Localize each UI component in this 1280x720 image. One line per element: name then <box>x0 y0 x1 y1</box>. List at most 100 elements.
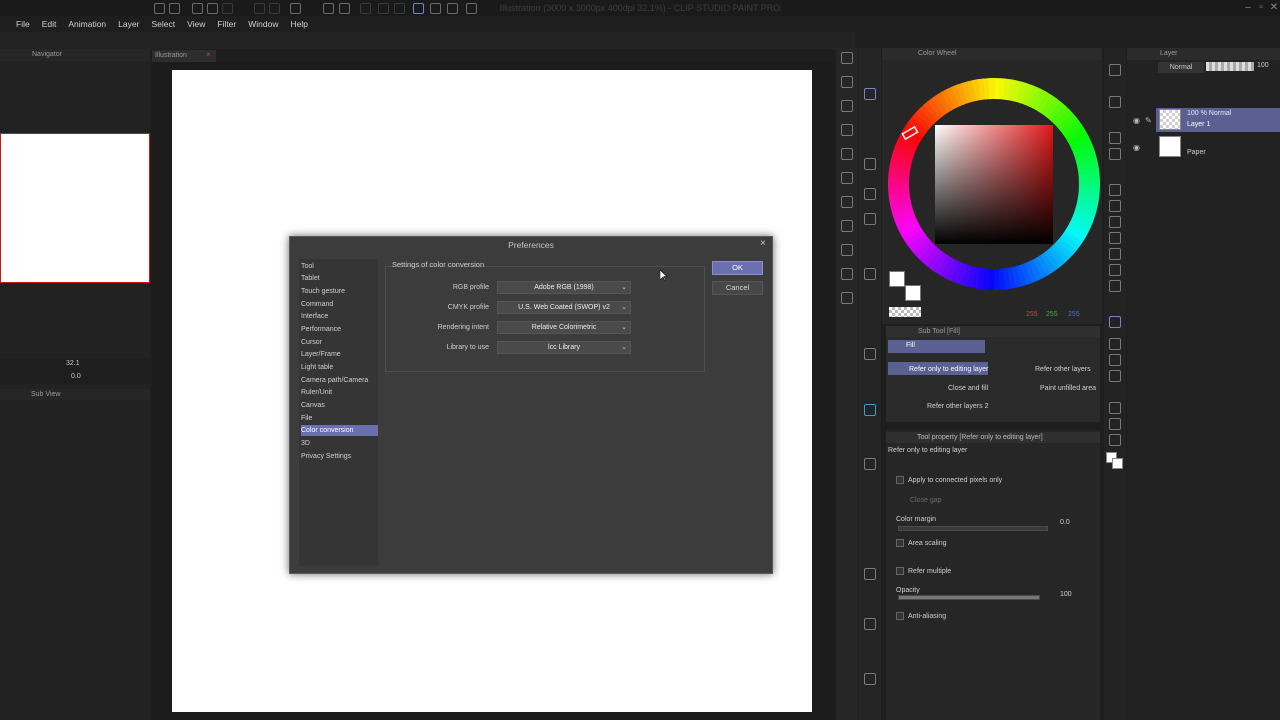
refer-multiple-row[interactable]: Refer multiple <box>896 567 1092 575</box>
zoom-value[interactable]: 32.1 <box>66 360 80 367</box>
category-light-table[interactable]: Light table <box>301 362 378 373</box>
menu-select[interactable]: Select <box>145 19 181 29</box>
decoration-tool-icon[interactable] <box>1109 248 1121 260</box>
category-layer-frame[interactable]: Layer/Frame <box>301 349 378 360</box>
snap-special-ruler-icon[interactable] <box>430 3 441 14</box>
color-margin-value[interactable]: 0.0 <box>1060 519 1070 526</box>
rotation-value[interactable]: 0.0 <box>71 373 81 380</box>
checkbox[interactable] <box>896 476 904 484</box>
hamburger-icon[interactable] <box>154 3 165 14</box>
menu-filter[interactable]: Filter <box>211 19 242 29</box>
snap-grid-icon[interactable] <box>447 3 458 14</box>
menu-view[interactable]: View <box>181 19 211 29</box>
category-tool[interactable]: Tool <box>301 261 378 272</box>
category-privacy[interactable]: Privacy Settings <box>301 451 378 462</box>
clip-studio-icon[interactable] <box>169 3 180 14</box>
palette-icon[interactable] <box>841 100 853 112</box>
close-tab-icon[interactable]: × <box>206 50 211 59</box>
loading-icon[interactable] <box>290 3 301 14</box>
connected-pixels-row[interactable]: Apply to connected pixels only <box>896 476 1092 484</box>
rendering-intent-select[interactable]: Relative Colorimetric ⌄ <box>497 321 631 334</box>
palette-icon[interactable] <box>841 124 853 136</box>
category-color-conversion[interactable]: Color conversion <box>301 425 378 436</box>
category-tablet[interactable]: Tablet <box>301 273 378 284</box>
cancel-button[interactable]: Cancel <box>712 281 763 295</box>
palette-icon[interactable] <box>841 220 853 232</box>
palette-icon[interactable] <box>841 172 853 184</box>
close-icon[interactable]: × <box>760 238 766 249</box>
perspective-icon[interactable] <box>466 3 477 14</box>
navigator-preview[interactable] <box>0 133 150 283</box>
deselect-icon[interactable] <box>360 3 371 14</box>
airbrush-tool-icon[interactable] <box>1109 232 1121 244</box>
blend-tool-icon[interactable] <box>1109 280 1121 292</box>
menu-animation[interactable]: Animation <box>62 19 112 29</box>
palette-icon[interactable] <box>841 148 853 160</box>
checkbox[interactable] <box>896 567 904 575</box>
layer-opacity-slider[interactable] <box>1206 62 1254 71</box>
layer-opacity-value[interactable]: 100 <box>1257 62 1269 69</box>
color-set-icon[interactable] <box>864 404 876 416</box>
category-canvas[interactable]: Canvas <box>301 400 378 411</box>
sub-tool-refer-editing[interactable]: Refer only to editing layer <box>909 366 988 373</box>
checkbox[interactable] <box>896 612 904 620</box>
opacity-value[interactable]: 100 <box>1060 591 1072 598</box>
antialiasing-row[interactable]: Anti-aliasing <box>896 612 1092 620</box>
brush-tool-icon[interactable] <box>1109 216 1121 228</box>
menu-window[interactable]: Window <box>242 19 284 29</box>
balloon-tool-icon[interactable] <box>1109 418 1121 430</box>
eyedropper-tool-icon[interactable] <box>1109 148 1121 160</box>
sub-tool-refer-other[interactable]: Refer other layers <box>1035 366 1091 373</box>
text-icon[interactable] <box>864 673 876 685</box>
eraser-tool-icon[interactable] <box>1109 264 1121 276</box>
open-file-icon[interactable] <box>207 3 218 14</box>
sub-color-swatch[interactable] <box>905 285 921 301</box>
cmyk-profile-select[interactable]: U.S. Web Coated (SWOP) v2 ⌄ <box>497 301 631 314</box>
new-file-icon[interactable] <box>192 3 203 14</box>
category-camera[interactable]: Camera path/Camera <box>301 375 378 386</box>
fill-icon[interactable] <box>323 3 334 14</box>
move-tool-icon[interactable] <box>1109 96 1121 108</box>
palette-icon[interactable] <box>841 244 853 256</box>
crop-icon[interactable] <box>394 3 405 14</box>
snap-ruler-icon[interactable] <box>413 3 424 14</box>
layer-tab[interactable] <box>1127 48 1280 60</box>
palette-icon[interactable] <box>841 292 853 304</box>
color-margin-slider[interactable] <box>898 526 1048 531</box>
palette-icon[interactable] <box>864 268 876 280</box>
eye-icon[interactable]: ◉ <box>1133 143 1140 152</box>
sub-tool-close-fill[interactable]: Close and fill <box>948 385 988 392</box>
redo-icon[interactable] <box>269 3 280 14</box>
subview-tab[interactable] <box>0 389 150 400</box>
palette-icon[interactable] <box>864 458 876 470</box>
palette-icon[interactable] <box>864 618 876 630</box>
palette-icon[interactable] <box>841 196 853 208</box>
selection-tool-icon[interactable] <box>1109 132 1121 144</box>
pen-tool-icon[interactable] <box>1109 184 1121 196</box>
area-scaling-row[interactable]: Area scaling <box>896 539 1092 547</box>
fill-group-tab[interactable] <box>888 340 985 353</box>
gradient-tool-icon[interactable] <box>1109 338 1121 350</box>
palette-icon[interactable] <box>841 268 853 280</box>
palette-icon[interactable] <box>864 158 876 170</box>
category-file[interactable]: File <box>301 413 378 424</box>
close-dock-icon[interactable] <box>841 52 853 64</box>
checkbox[interactable] <box>896 539 904 547</box>
category-performance[interactable]: Performance <box>301 324 378 335</box>
figure-tool-icon[interactable] <box>1109 354 1121 366</box>
menu-file[interactable]: File <box>10 19 36 29</box>
zoom-tool-icon[interactable] <box>1109 64 1121 76</box>
paper-layer-name[interactable]: Paper <box>1187 149 1206 156</box>
blend-mode-select[interactable]: Normal <box>1158 62 1204 73</box>
category-3d[interactable]: 3D <box>301 438 378 449</box>
text-tool-icon[interactable] <box>1109 402 1121 414</box>
pencil-tool-icon[interactable] <box>1109 200 1121 212</box>
ok-button[interactable]: OK <box>712 261 763 275</box>
undo-icon[interactable] <box>254 3 265 14</box>
menu-help[interactable]: Help <box>284 19 313 29</box>
category-cursor[interactable]: Cursor <box>301 337 378 348</box>
menu-edit[interactable]: Edit <box>36 19 63 29</box>
palette-icon[interactable] <box>864 348 876 360</box>
palette-icon[interactable] <box>841 76 853 88</box>
invert-selection-icon[interactable] <box>378 3 389 14</box>
